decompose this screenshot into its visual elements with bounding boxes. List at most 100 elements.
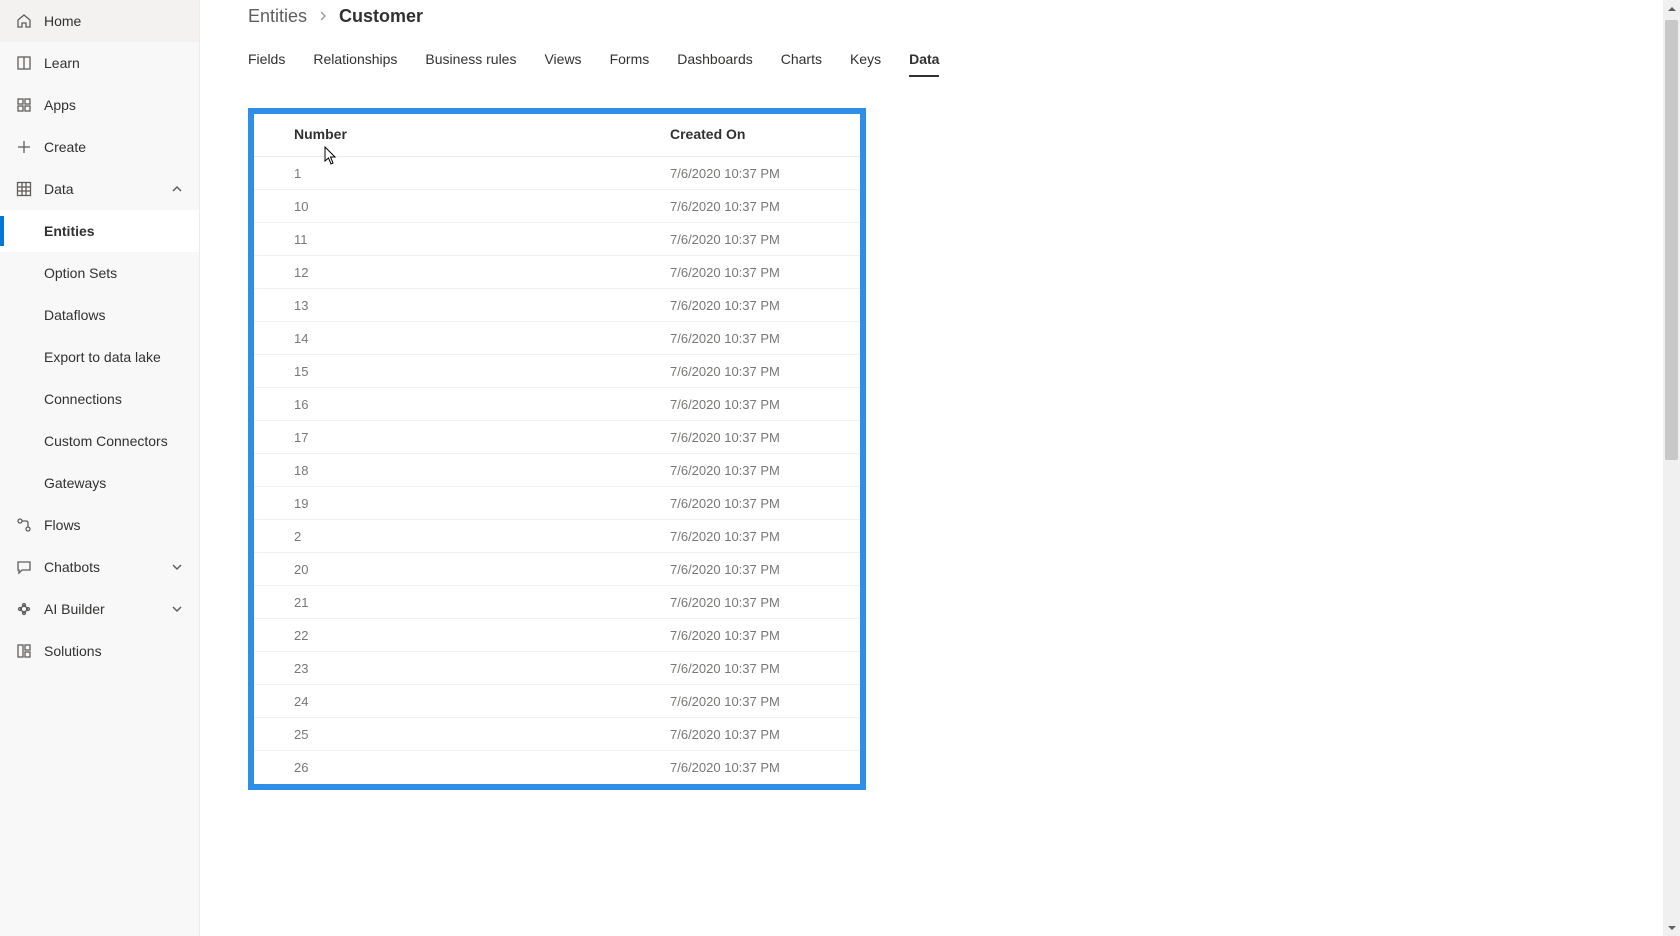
cell-created: 7/6/2020 10:37 PM (670, 166, 860, 181)
tab-label: Dashboards (677, 51, 753, 67)
table-row[interactable]: 137/6/2020 10:37 PM (254, 289, 860, 322)
cell-created: 7/6/2020 10:37 PM (670, 430, 860, 445)
data-highlight-frame: Number Created On 17/6/2020 10:37 PM107/… (248, 108, 866, 790)
tab-label: Fields (248, 51, 285, 67)
cell-number: 23 (254, 661, 670, 676)
cell-number: 25 (254, 727, 670, 742)
sidebar-item-learn[interactable]: Learn (0, 42, 199, 84)
table-row[interactable]: 147/6/2020 10:37 PM (254, 322, 860, 355)
table-row[interactable]: 17/6/2020 10:37 PM (254, 157, 860, 190)
sidebar: Home LearnApps Create Data Entities Option … (0, 0, 200, 936)
sidebar-item-export[interactable]: Export to data lake (0, 336, 199, 378)
entity-tabs: Fields Relationships Business rules Views Fo… (248, 45, 1680, 78)
sidebar-item-apps[interactable]: Apps (0, 84, 199, 126)
sidebar-item-label: Solutions (44, 643, 102, 659)
sidebar-item-label: Entities (44, 223, 95, 239)
table-row[interactable]: 217/6/2020 10:37 PM (254, 586, 860, 619)
sidebar-item-solutions[interactable]: Solutions (0, 630, 199, 672)
cell-number: 24 (254, 694, 670, 709)
sidebar-item-label: Dataflows (44, 307, 105, 323)
tab-label: Keys (850, 51, 881, 67)
sidebar-item-dataflows[interactable]: Dataflows (0, 294, 199, 336)
tab-label: Views (544, 51, 581, 67)
table-row[interactable]: 237/6/2020 10:37 PM (254, 652, 860, 685)
table-row[interactable]: 157/6/2020 10:37 PM (254, 355, 860, 388)
sidebar-item-label: Create (44, 139, 86, 155)
table-row[interactable]: 187/6/2020 10:37 PM (254, 454, 860, 487)
breadcrumb: Entities Customer (248, 6, 1680, 27)
sidebar-item-label: AI Builder (44, 601, 105, 617)
sidebar-item-home[interactable]: Home (0, 0, 199, 42)
tab-businessrules[interactable]: Business rules (425, 45, 516, 77)
sidebar-item-aibuilder[interactable]: AI Builder (0, 588, 199, 630)
sidebar-item-customconnectors[interactable]: Custom Connectors (0, 420, 199, 462)
cell-created: 7/6/2020 10:37 PM (670, 265, 860, 280)
scroll-up-icon[interactable] (1663, 0, 1680, 17)
chevron-up-icon (171, 183, 183, 195)
sidebar-item-chatbots[interactable]: Chatbots (0, 546, 199, 588)
sidebar-item-label: Connections (44, 391, 122, 407)
cell-number: 2 (254, 529, 670, 544)
tab-data[interactable]: Data (909, 45, 939, 77)
tab-views[interactable]: Views (544, 45, 581, 77)
book-icon (16, 55, 32, 71)
table-row[interactable]: 267/6/2020 10:37 PM (254, 751, 860, 784)
scroll-down-icon[interactable] (1663, 919, 1680, 936)
tab-keys[interactable]: Keys (850, 45, 881, 77)
scrollbar-thumb[interactable] (1665, 20, 1678, 460)
table-row[interactable]: 107/6/2020 10:37 PM (254, 190, 860, 223)
column-header-created[interactable]: Created On (670, 126, 860, 142)
tab-charts[interactable]: Charts (781, 45, 822, 77)
sidebar-item-connections[interactable]: Connections (0, 378, 199, 420)
cell-created: 7/6/2020 10:37 PM (670, 661, 860, 676)
sidebar-item-create[interactable]: Create (0, 126, 199, 168)
sidebar-item-gateways[interactable]: Gateways (0, 462, 199, 504)
breadcrumb-current: Customer (339, 6, 423, 27)
sidebar-item-label: Flows (44, 517, 81, 533)
data-icon (16, 181, 32, 197)
sidebar-item-label: Home (44, 13, 81, 29)
tab-label: Relationships (313, 51, 397, 67)
chevron-down-icon (171, 603, 183, 615)
cell-created: 7/6/2020 10:37 PM (670, 628, 860, 643)
tab-label: Data (909, 51, 939, 67)
cell-created: 7/6/2020 10:37 PM (670, 562, 860, 577)
table-row[interactable]: 27/6/2020 10:37 PM (254, 520, 860, 553)
table-row[interactable]: 247/6/2020 10:37 PM (254, 685, 860, 718)
sidebar-item-flows[interactable]: Flows (0, 504, 199, 546)
sidebar-item-optionsets[interactable]: Option Sets (0, 252, 199, 294)
table-row[interactable]: 257/6/2020 10:37 PM (254, 718, 860, 751)
cell-created: 7/6/2020 10:37 PM (670, 727, 860, 742)
tab-label: Business rules (425, 51, 516, 67)
cell-number: 22 (254, 628, 670, 643)
table-row[interactable]: 117/6/2020 10:37 PM (254, 223, 860, 256)
cell-number: 21 (254, 595, 670, 610)
table-row[interactable]: 227/6/2020 10:37 PM (254, 619, 860, 652)
cell-number: 15 (254, 364, 670, 379)
sidebar-item-label: Option Sets (44, 265, 117, 281)
table-row[interactable]: 177/6/2020 10:37 PM (254, 421, 860, 454)
data-table: Number Created On 17/6/2020 10:37 PM107/… (254, 114, 860, 784)
table-row[interactable]: 197/6/2020 10:37 PM (254, 487, 860, 520)
cell-number: 11 (254, 232, 670, 247)
table-row[interactable]: 167/6/2020 10:37 PM (254, 388, 860, 421)
cell-created: 7/6/2020 10:37 PM (670, 199, 860, 214)
table-row[interactable]: 207/6/2020 10:37 PM (254, 553, 860, 586)
solutions-icon (16, 643, 32, 659)
tab-relationships[interactable]: Relationships (313, 45, 397, 77)
table-row[interactable]: 127/6/2020 10:37 PM (254, 256, 860, 289)
vertical-scrollbar[interactable] (1663, 0, 1680, 936)
tab-label: Charts (781, 51, 822, 67)
cell-number: 1 (254, 166, 670, 181)
tab-fields[interactable]: Fields (248, 45, 285, 77)
cell-number: 13 (254, 298, 670, 313)
sidebar-item-data[interactable]: Data (0, 168, 199, 210)
cell-created: 7/6/2020 10:37 PM (670, 364, 860, 379)
sidebar-item-entities[interactable]: Entities (0, 210, 199, 252)
tab-dashboards[interactable]: Dashboards (677, 45, 753, 77)
column-header-number[interactable]: Number (254, 126, 670, 142)
tab-forms[interactable]: Forms (610, 45, 650, 77)
home-icon (16, 13, 32, 29)
cell-created: 7/6/2020 10:37 PM (670, 595, 860, 610)
breadcrumb-entities[interactable]: Entities (248, 6, 307, 27)
